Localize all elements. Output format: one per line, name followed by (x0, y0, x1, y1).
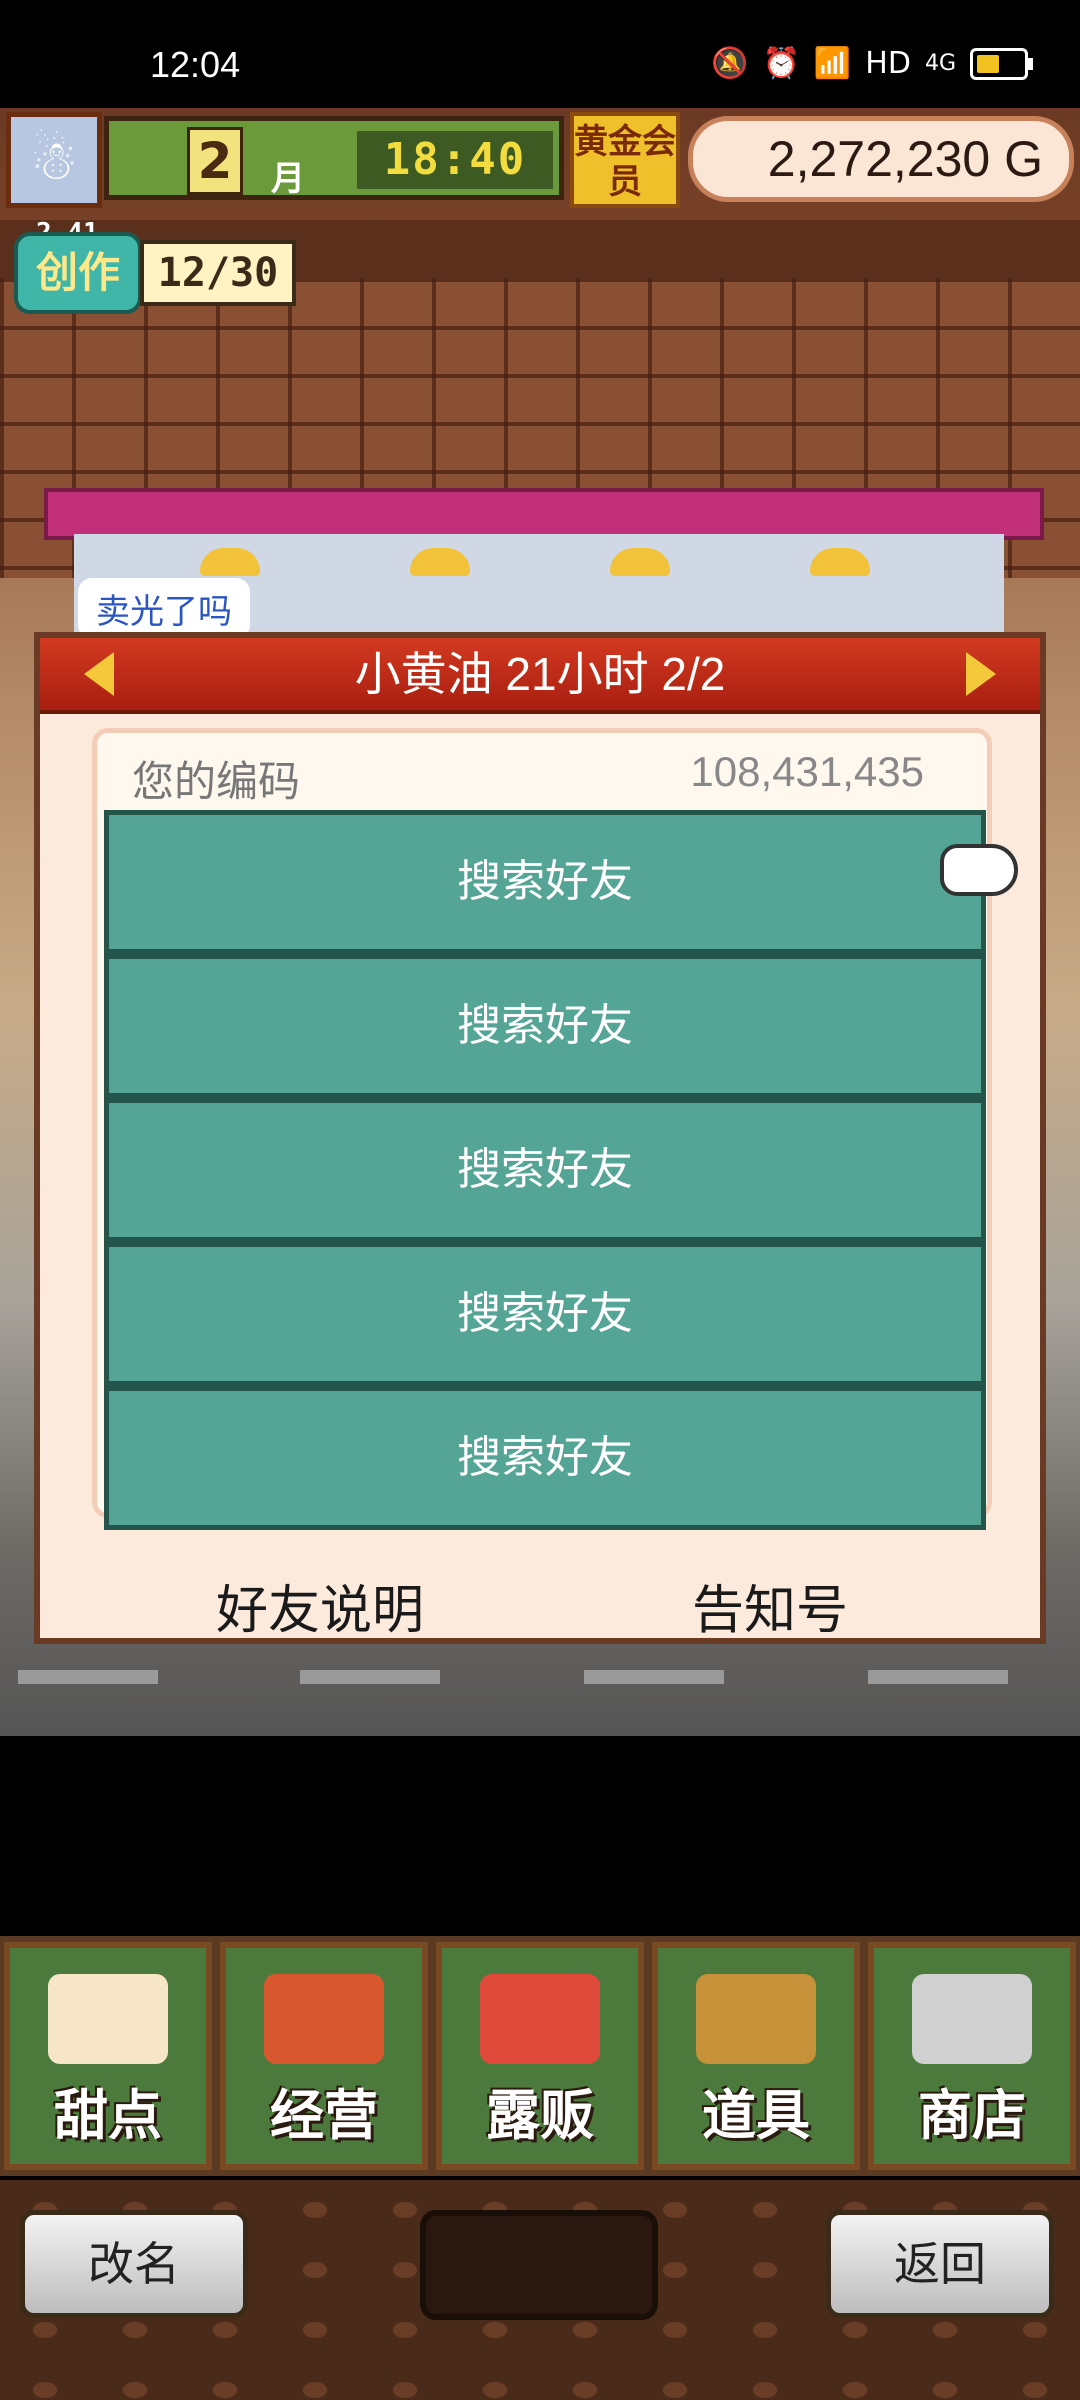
search-friend-button[interactable]: 搜索好友 (104, 810, 986, 954)
dialog-title-bar: 小黄油 21小时 2/2 (40, 638, 1040, 714)
alarm-icon: ⏰ (762, 46, 800, 81)
top-hud: ☃ 2 月 18:40 黄金会员 2,272,230 G (0, 108, 1080, 208)
status-time: 12:04 (150, 44, 241, 85)
road-marking (300, 1670, 440, 1684)
back-button[interactable]: 返回 (826, 2210, 1054, 2318)
sold-out-tag[interactable]: 卖光了吗 (78, 578, 250, 639)
network-label: HD (865, 46, 911, 81)
menu-item-label: 经营 (270, 2084, 378, 2147)
items-bag-icon (696, 1974, 816, 2064)
menu-item-stall[interactable]: 露贩 (436, 1942, 644, 2170)
pointing-hand-icon (940, 844, 1018, 896)
create-count: 12/30 (140, 240, 296, 306)
prev-arrow-icon[interactable] (84, 652, 114, 696)
menu-item-dessert[interactable]: 甜点 (4, 1942, 212, 2170)
food-truck-icon (480, 1974, 600, 2064)
friend-info-button[interactable]: 好友说明 (216, 1568, 424, 1643)
shop-icon (264, 1974, 384, 2064)
month-number: 2 (187, 127, 243, 195)
friend-list: 搜索好友 搜索好友 搜索好友 搜索好友 搜索好友 (104, 810, 986, 1530)
lamp-icon (810, 548, 870, 576)
create-button[interactable]: 创作 (14, 232, 142, 314)
create-panel[interactable]: 2 41 创作 12/30 (8, 218, 296, 314)
menu-item-items[interactable]: 道具 (652, 1942, 860, 2170)
notice-button[interactable]: 告知号 (692, 1568, 848, 1643)
menu-item-label: 道具 (702, 2084, 810, 2147)
menu-item-manage[interactable]: 经营 (220, 1942, 428, 2170)
bottom-bar: 改名 返回 (0, 2180, 1080, 2400)
month-label: 月 (271, 159, 305, 199)
battery-icon (970, 47, 1033, 80)
search-friend-button[interactable]: 搜索好友 (104, 1098, 986, 1242)
search-friend-button[interactable]: 搜索好友 (104, 954, 986, 1098)
friend-dialog: 小黄油 21小时 2/2 您的编码 108,431,435 搜索好友 搜索好友 … (34, 632, 1046, 1644)
search-friend-button[interactable]: 搜索好友 (104, 1242, 986, 1386)
date-bar: 2 月 18:40 (104, 116, 564, 200)
lamp-icon (610, 548, 670, 576)
lamp-icon (200, 548, 260, 576)
code-label: 您的编码 (132, 757, 301, 806)
search-friend-button[interactable]: 搜索好友 (104, 1386, 986, 1530)
gold-member-badge[interactable]: 黄金会员 (570, 112, 680, 208)
menu-item-store[interactable]: 商店 (868, 1942, 1076, 2170)
status-icons: 🔕 ⏰ 📶 HD 4G (711, 46, 1033, 81)
money-display: 2,272,230 G (688, 116, 1074, 202)
road-marking (18, 1670, 158, 1684)
cart-icon (912, 1974, 1032, 2064)
code-value: 108,431,435 (690, 748, 924, 795)
wifi-icon: 📶 (813, 46, 852, 81)
mute-icon: 🔕 (711, 46, 749, 81)
menu-item-label: 商店 (918, 2084, 1026, 2147)
lamp-icon (410, 548, 470, 576)
next-arrow-icon[interactable] (966, 652, 996, 696)
menu-item-label: 露贩 (486, 2084, 594, 2147)
center-slot (420, 2210, 658, 2320)
dialog-title: 小黄油 21小时 2/2 (354, 648, 726, 700)
signal-label: 4G (924, 51, 956, 76)
snowman-avatar-icon[interactable]: ☃ (6, 112, 102, 208)
road-marking (584, 1670, 724, 1684)
rename-button[interactable]: 改名 (20, 2210, 248, 2318)
road-marking (868, 1670, 1008, 1684)
status-bar: 12:04 🔕 ⏰ 📶 HD 4G (0, 0, 1080, 108)
main-menu: 甜点 经营 露贩 道具 商店 (0, 1936, 1080, 2176)
shop-awning (44, 488, 1044, 540)
menu-item-label: 甜点 (54, 2084, 162, 2147)
game-clock: 18:40 (357, 131, 553, 189)
cake-icon (48, 1974, 168, 2064)
